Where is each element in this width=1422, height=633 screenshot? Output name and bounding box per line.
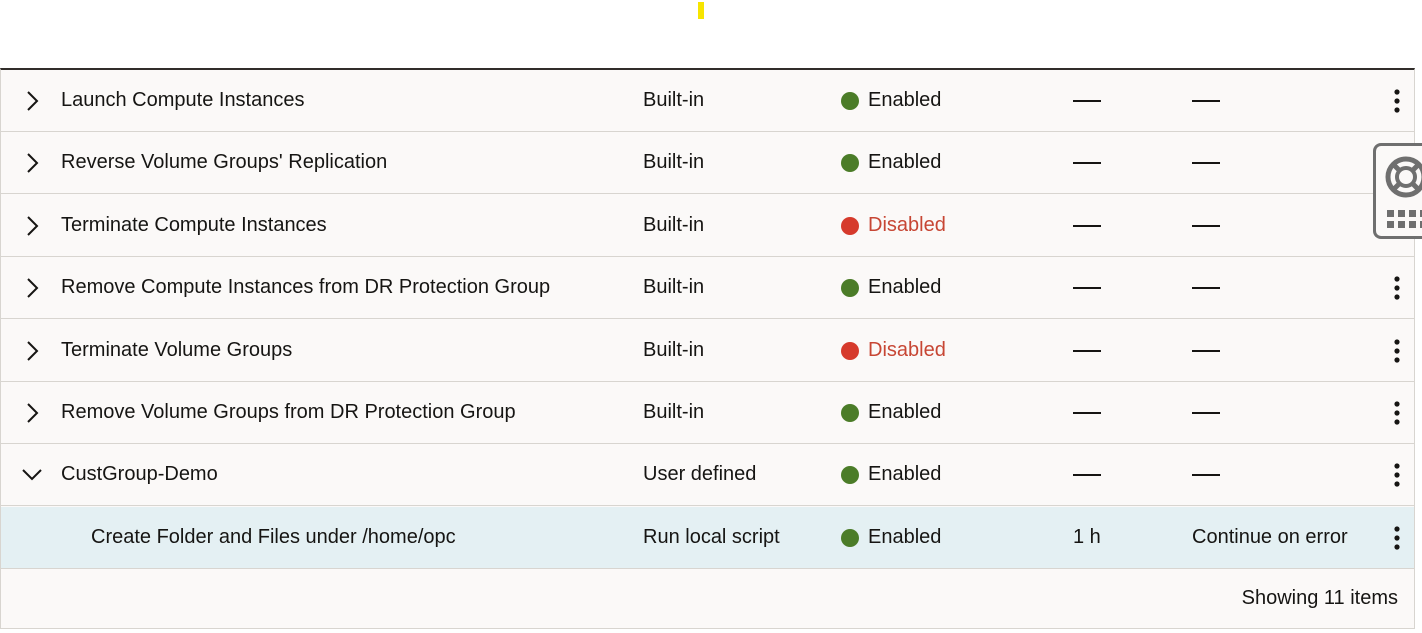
chevron-right-icon[interactable] bbox=[19, 132, 45, 193]
status-text: Enabled bbox=[868, 276, 942, 298]
disabled-status-icon bbox=[841, 341, 859, 360]
status-text: Enabled bbox=[868, 526, 942, 548]
status-text: Enabled bbox=[868, 401, 942, 423]
enabled-status-icon bbox=[841, 278, 859, 297]
enabled-status-icon bbox=[841, 465, 859, 484]
row-type: Built-in bbox=[643, 339, 705, 361]
empty-dash bbox=[1192, 286, 1220, 289]
status-text: Disabled bbox=[868, 214, 946, 236]
child-step-row[interactable]: Create Folder and Files under /home/opc R… bbox=[1, 507, 1414, 569]
chevron-right-icon[interactable] bbox=[19, 70, 45, 131]
more-actions-icon[interactable] bbox=[1385, 444, 1409, 505]
status-badge: Enabled bbox=[841, 382, 941, 443]
status-badge: Enabled bbox=[841, 507, 941, 568]
chevron-down-icon[interactable] bbox=[19, 444, 45, 505]
status-text: Enabled bbox=[868, 89, 942, 111]
status-badge: Enabled bbox=[841, 132, 941, 193]
empty-dash bbox=[1192, 411, 1220, 414]
table-row[interactable]: Terminate Compute Instances Built-in Disab… bbox=[1, 195, 1414, 257]
row-name: Reverse Volume Groups' Replication bbox=[61, 151, 388, 173]
empty-dash bbox=[1073, 473, 1101, 476]
table-row[interactable]: Remove Compute Instances from DR Protect… bbox=[1, 257, 1414, 319]
enabled-status-icon bbox=[841, 91, 859, 110]
status-badge: Enabled bbox=[841, 70, 941, 131]
table-row[interactable]: Terminate Volume Groups Built-in Disabled bbox=[1, 320, 1414, 382]
status-text: Enabled bbox=[868, 463, 942, 485]
empty-dash bbox=[1073, 99, 1101, 102]
empty-dash bbox=[1192, 473, 1220, 476]
grid-icon[interactable] bbox=[1385, 208, 1422, 237]
row-on-error bbox=[1192, 320, 1220, 381]
row-type: Built-in bbox=[643, 276, 705, 298]
disabled-status-icon bbox=[841, 216, 859, 235]
more-actions-icon[interactable] bbox=[1385, 70, 1409, 131]
enabled-status-icon bbox=[841, 403, 859, 422]
status-badge: Disabled bbox=[841, 195, 946, 256]
more-actions-icon[interactable] bbox=[1385, 382, 1409, 443]
items-count: Showing 11 items bbox=[1241, 587, 1398, 609]
help-widget[interactable] bbox=[1373, 143, 1422, 239]
more-actions-icon[interactable] bbox=[1385, 320, 1409, 381]
table-footer: Showing 11 items bbox=[1, 569, 1414, 627]
row-name: Remove Compute Instances from DR Protect… bbox=[61, 276, 551, 298]
row-timeout: 1 h bbox=[1073, 526, 1101, 548]
row-timeout bbox=[1073, 382, 1101, 443]
row-name: Terminate Compute Instances bbox=[61, 214, 327, 236]
enabled-status-icon bbox=[841, 528, 859, 547]
plan-groups-table: Launch Compute Instances Built-in Enabled R… bbox=[0, 68, 1415, 629]
status-badge: Disabled bbox=[841, 320, 946, 381]
lifebuoy-icon[interactable] bbox=[1385, 156, 1422, 203]
status-text: Enabled bbox=[868, 151, 942, 173]
empty-dash bbox=[1192, 224, 1220, 227]
table-row[interactable]: Remove Volume Groups from DR Protection … bbox=[1, 382, 1414, 444]
row-type: Built-in bbox=[643, 401, 705, 423]
row-timeout bbox=[1073, 320, 1101, 381]
empty-dash bbox=[1073, 349, 1101, 352]
row-on-error bbox=[1192, 195, 1220, 256]
empty-dash bbox=[1192, 161, 1220, 164]
row-type: Built-in bbox=[643, 151, 705, 173]
status-badge: Enabled bbox=[841, 444, 941, 505]
chevron-right-icon[interactable] bbox=[19, 320, 45, 381]
row-on-error bbox=[1192, 257, 1220, 318]
status-text: Disabled bbox=[868, 339, 946, 361]
empty-dash bbox=[1073, 411, 1101, 414]
chevron-right-icon[interactable] bbox=[19, 195, 45, 256]
empty-dash bbox=[1192, 99, 1220, 102]
row-on-error bbox=[1192, 382, 1220, 443]
enabled-status-icon bbox=[841, 153, 859, 172]
row-timeout bbox=[1073, 195, 1101, 256]
row-timeout bbox=[1073, 70, 1101, 131]
empty-dash bbox=[1073, 161, 1101, 164]
row-on-error bbox=[1192, 70, 1220, 131]
row-type: Built-in bbox=[643, 214, 705, 236]
row-type: User defined bbox=[643, 463, 757, 485]
table-row[interactable]: Launch Compute Instances Built-in Enabled bbox=[1, 70, 1414, 132]
row-name: Create Folder and Files under /home/opc bbox=[91, 526, 456, 548]
row-name: Remove Volume Groups from DR Protection … bbox=[61, 401, 516, 423]
row-on-error: Continue on error bbox=[1192, 526, 1348, 548]
empty-dash bbox=[1073, 286, 1101, 289]
row-timeout bbox=[1073, 444, 1101, 505]
more-actions-icon[interactable] bbox=[1385, 257, 1409, 318]
row-timeout bbox=[1073, 132, 1101, 193]
row-on-error bbox=[1192, 132, 1220, 193]
empty-dash bbox=[1073, 224, 1101, 227]
row-type: Run local script bbox=[643, 526, 780, 548]
empty-dash bbox=[1192, 349, 1220, 352]
row-name: Terminate Volume Groups bbox=[61, 339, 293, 361]
row-timeout bbox=[1073, 257, 1101, 318]
chevron-right-icon[interactable] bbox=[19, 257, 45, 318]
row-name: Launch Compute Instances bbox=[61, 89, 305, 111]
yellow-marker bbox=[698, 2, 704, 19]
table-row[interactable]: CustGroup-Demo User defined Enabled bbox=[1, 444, 1414, 506]
row-on-error bbox=[1192, 444, 1220, 505]
table-row[interactable]: Reverse Volume Groups' Replication Built-… bbox=[1, 132, 1414, 194]
row-type: Built-in bbox=[643, 89, 705, 111]
row-name: CustGroup-Demo bbox=[61, 463, 218, 485]
status-badge: Enabled bbox=[841, 257, 941, 318]
chevron-right-icon[interactable] bbox=[19, 382, 45, 443]
more-actions-icon[interactable] bbox=[1385, 507, 1409, 568]
